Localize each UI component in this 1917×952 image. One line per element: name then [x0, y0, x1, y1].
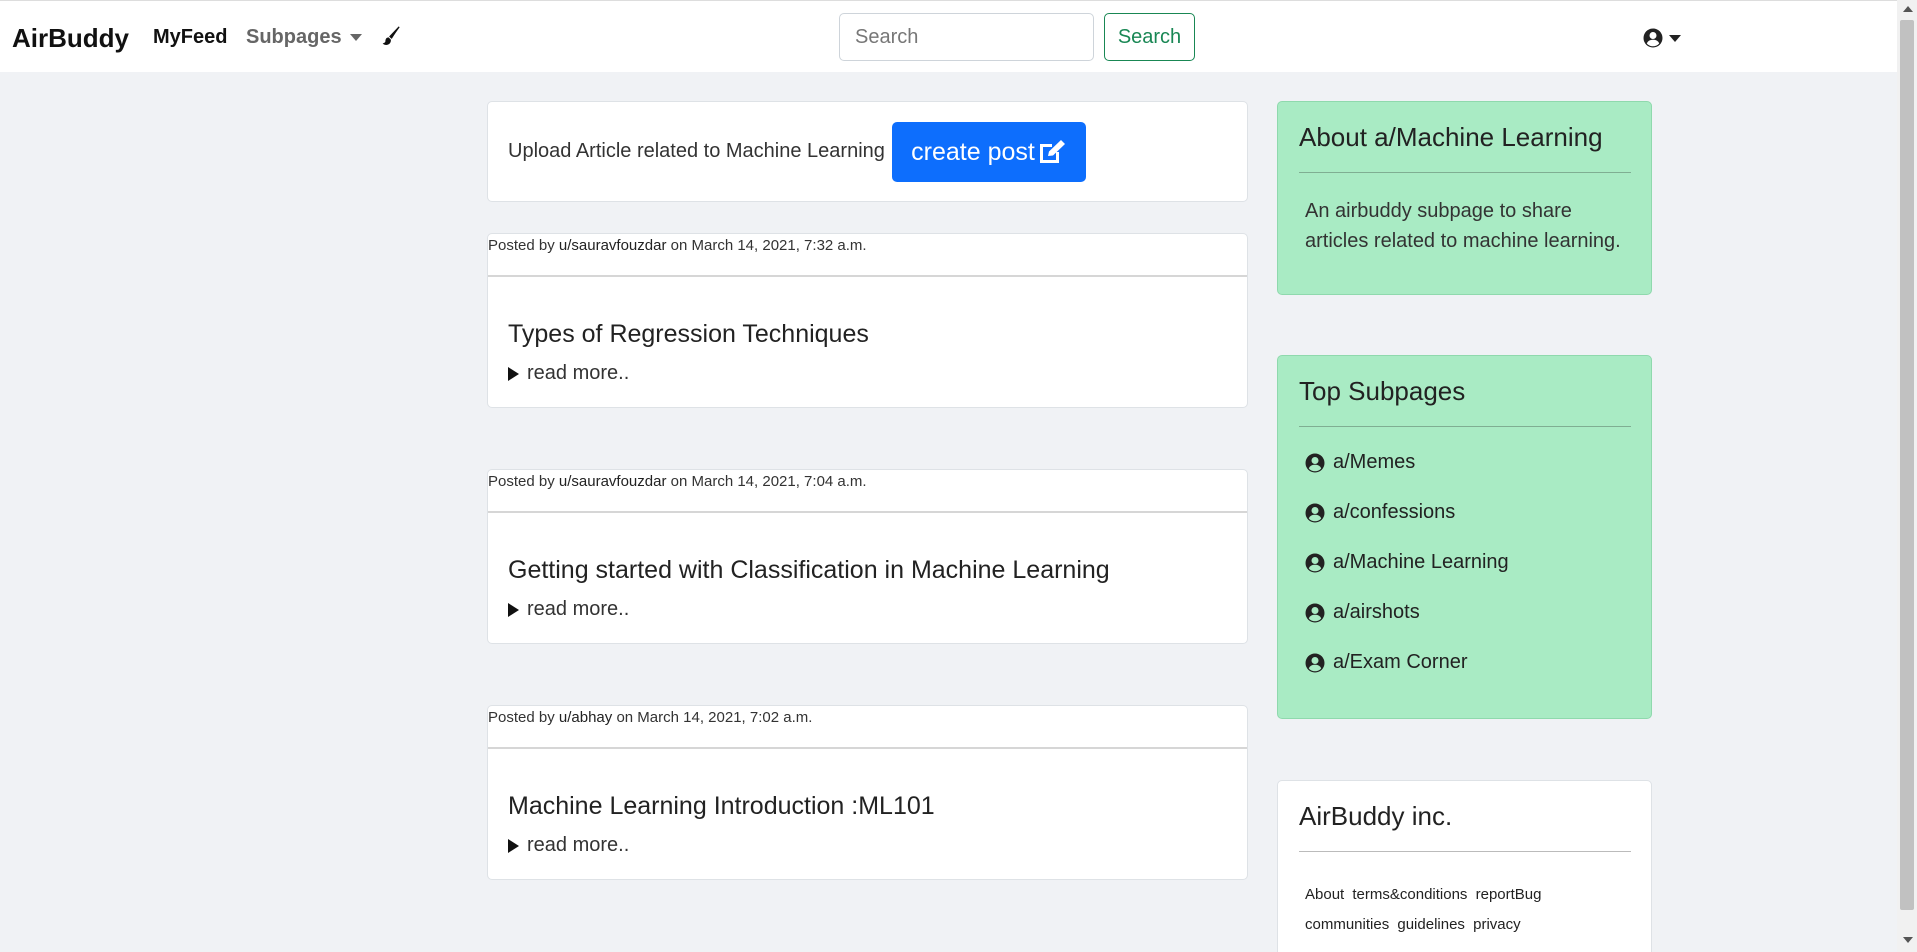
post-date: on March 14, 2021, 7:02 a.m.: [612, 709, 813, 726]
subpage-link-airshots[interactable]: a/airshots: [1305, 601, 1420, 624]
subpage-label: a/Exam Corner: [1333, 651, 1468, 673]
nav-subpages-label: Subpages: [246, 26, 342, 48]
post-date: on March 14, 2021, 7:04 a.m.: [666, 473, 867, 490]
subpage-link-memes[interactable]: a/Memes: [1305, 451, 1415, 474]
footer-links: About terms&conditions reportBug communi…: [1305, 880, 1630, 940]
post-meta: Posted by u/abhay on March 14, 2021, 7:0…: [488, 709, 812, 726]
post-meta: Posted by u/sauravfouzdar on March 14, 2…: [488, 473, 867, 490]
footer-link-report-bug[interactable]: reportBug: [1476, 886, 1542, 903]
search-button[interactable]: Search: [1104, 13, 1195, 61]
chevron-down-icon: [349, 34, 362, 42]
subpage-label: a/Machine Learning: [1333, 551, 1509, 573]
read-more-label: read more..: [527, 362, 630, 384]
subpage-label: a/Memes: [1333, 451, 1416, 473]
read-more-toggle[interactable]: read more..: [508, 362, 629, 385]
footer-link-terms[interactable]: terms&conditions: [1352, 886, 1467, 903]
scroll-down-arrow-icon[interactable]: [1903, 937, 1913, 943]
paint-brush-icon[interactable]: [379, 25, 401, 47]
top-subpages-card: Top Subpages a/Memes a/confessions a/Mac…: [1277, 355, 1652, 719]
divider: [1299, 172, 1631, 173]
scrollbar-thumb[interactable]: [1900, 20, 1914, 910]
triangle-right-icon: [508, 838, 519, 853]
brand-logo[interactable]: AirBuddy: [12, 23, 129, 54]
search-input[interactable]: [839, 13, 1094, 61]
navbar: AirBuddy MyFeed Subpages Search: [0, 0, 1897, 72]
footer-link-communities[interactable]: communities: [1305, 916, 1389, 933]
footer-link-privacy[interactable]: privacy: [1473, 916, 1521, 933]
divider: [1299, 426, 1631, 427]
footer-title: AirBuddy inc.: [1299, 801, 1453, 831]
triangle-right-icon: [508, 366, 519, 381]
about-description: An airbuddy subpage to share articles re…: [1305, 200, 1621, 252]
post-card[interactable]: Posted by u/abhay on March 14, 2021, 7:0…: [487, 705, 1248, 880]
post-meta-prefix: Posted by: [488, 237, 559, 254]
read-more-toggle[interactable]: read more..: [508, 598, 629, 621]
read-more-label: read more..: [527, 598, 630, 620]
user-circle-icon: [1643, 28, 1663, 48]
nav-myfeed-link[interactable]: MyFeed: [153, 26, 227, 49]
footer-link-about[interactable]: About: [1305, 886, 1344, 903]
post-title[interactable]: Types of Regression Techniques: [508, 320, 869, 349]
subpage-label: a/airshots: [1333, 601, 1420, 623]
vertical-scrollbar[interactable]: [1897, 0, 1917, 952]
post-header: Posted by u/sauravfouzdar on March 14, 2…: [488, 470, 1247, 513]
footer-card: AirBuddy inc. About terms&conditions rep…: [1277, 780, 1652, 952]
upload-prompt: Upload Article related to Machine Learni…: [508, 140, 885, 162]
upload-card: Upload Article related to Machine Learni…: [487, 101, 1248, 202]
divider: [1299, 851, 1631, 852]
post-header: Posted by u/abhay on March 14, 2021, 7:0…: [488, 706, 1247, 749]
triangle-right-icon: [508, 602, 519, 617]
post-author-link[interactable]: u/abhay: [559, 709, 612, 726]
post-title[interactable]: Machine Learning Introduction :ML101: [508, 792, 935, 821]
post-author-link[interactable]: u/sauravfouzdar: [559, 473, 667, 490]
chevron-down-icon: [1669, 34, 1681, 42]
post-card[interactable]: Posted by u/sauravfouzdar on March 14, 2…: [487, 233, 1248, 408]
subpage-link-confessions[interactable]: a/confessions: [1305, 501, 1455, 524]
post-meta-prefix: Posted by: [488, 709, 559, 726]
create-post-button[interactable]: create post: [892, 122, 1086, 182]
post-meta: Posted by u/sauravfouzdar on March 14, 2…: [488, 237, 867, 254]
user-circle-icon: [1305, 603, 1325, 622]
footer-link-guidelines[interactable]: guidelines: [1397, 916, 1465, 933]
post-date: on March 14, 2021, 7:32 a.m.: [666, 237, 867, 254]
user-circle-icon: [1305, 553, 1325, 572]
read-more-toggle[interactable]: read more..: [508, 834, 629, 857]
about-card: About a/Machine Learning An airbuddy sub…: [1277, 101, 1652, 295]
subpage-link-exam-corner[interactable]: a/Exam Corner: [1305, 651, 1468, 674]
post-meta-prefix: Posted by: [488, 473, 559, 490]
create-post-label: create post: [911, 137, 1035, 166]
about-title: About a/Machine Learning: [1299, 122, 1603, 152]
top-subpages-title: Top Subpages: [1299, 376, 1466, 406]
subpage-link-machine-learning[interactable]: a/Machine Learning: [1305, 551, 1509, 574]
post-card[interactable]: Posted by u/sauravfouzdar on March 14, 2…: [487, 469, 1248, 644]
edit-icon: [1039, 140, 1065, 163]
user-menu-dropdown[interactable]: [1643, 26, 1689, 50]
read-more-label: read more..: [527, 834, 630, 856]
user-circle-icon: [1305, 503, 1325, 522]
post-author-link[interactable]: u/sauravfouzdar: [559, 237, 667, 254]
scroll-up-arrow-icon[interactable]: [1903, 6, 1913, 12]
subpage-label: a/confessions: [1333, 501, 1456, 523]
post-title[interactable]: Getting started with Classification in M…: [508, 556, 1110, 585]
post-header: Posted by u/sauravfouzdar on March 14, 2…: [488, 234, 1247, 277]
user-circle-icon: [1305, 653, 1325, 672]
user-circle-icon: [1305, 453, 1325, 472]
nav-subpages-dropdown[interactable]: Subpages: [246, 26, 362, 49]
